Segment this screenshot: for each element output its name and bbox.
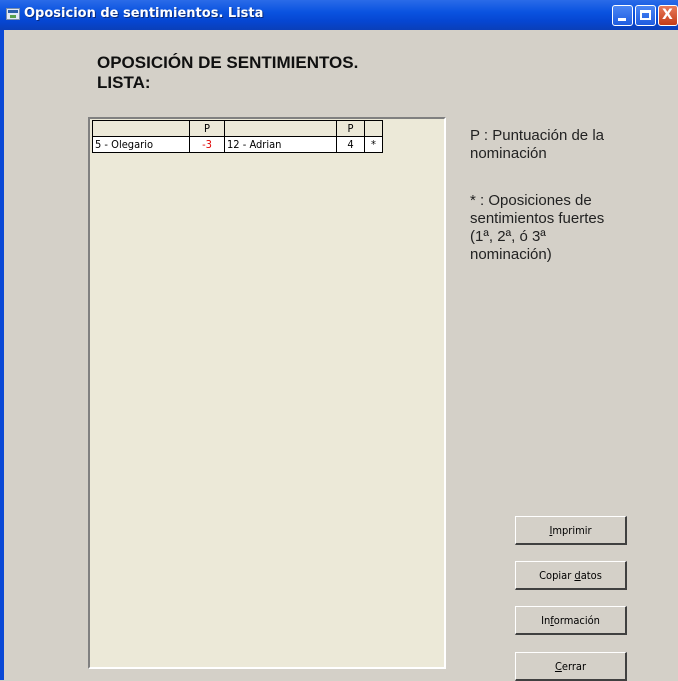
- cell-name-b: 12 - Adrian: [224, 136, 337, 153]
- close-label-post: errar: [561, 659, 587, 673]
- close-label-mnemonic: C: [554, 659, 562, 673]
- copy-label-pre: Copiar: [539, 568, 575, 582]
- table-header-row: P P: [92, 120, 383, 137]
- column-header-flag[interactable]: [364, 120, 383, 137]
- table-row[interactable]: 5 - Olegario -3 12 - Adrian 4 *: [92, 136, 383, 153]
- title-bar[interactable]: Oposicion de sentimientos. Lista X: [0, 0, 678, 30]
- page-title: OPOSICIÓN DE SENTIMIENTOS. LISTA:: [97, 53, 359, 92]
- cell-flag: *: [364, 136, 383, 153]
- window-frame-left: [0, 30, 4, 680]
- maximize-button[interactable]: [635, 5, 656, 26]
- legend-p-note: P : Puntuación de la nominación: [470, 127, 604, 162]
- info-label-pre: In: [541, 613, 551, 627]
- copy-data-button[interactable]: Copiar d atos: [515, 561, 627, 590]
- cell-p-a: -3: [189, 136, 225, 153]
- cell-p-b: 4: [336, 136, 365, 153]
- app-window: Oposicion de sentimientos. Lista X OPOSI…: [0, 0, 678, 681]
- info-button[interactable]: In f ormación: [515, 606, 627, 635]
- maximize-icon: [640, 10, 651, 20]
- print-button[interactable]: Imprimir: [515, 516, 627, 545]
- cell-name-a: 5 - Olegario: [92, 136, 190, 153]
- column-header-name-a[interactable]: [92, 120, 190, 137]
- info-label-post: ormación: [553, 613, 600, 627]
- close-icon: X: [662, 7, 673, 23]
- app-icon[interactable]: [6, 8, 20, 20]
- window-title: Oposicion de sentimientos. Lista: [24, 6, 264, 21]
- column-header-p-a[interactable]: P: [189, 120, 225, 137]
- close-window-button[interactable]: X: [658, 5, 678, 26]
- print-label-post: mprimir: [552, 523, 592, 537]
- column-header-name-b[interactable]: [224, 120, 337, 137]
- close-button[interactable]: Cerrar: [515, 652, 627, 681]
- copy-label-post: atos: [580, 568, 602, 582]
- column-header-p-b[interactable]: P: [336, 120, 365, 137]
- minimize-icon: [618, 18, 626, 21]
- opposition-table: P P 5 - Olegario -3 12 - Adrian 4 *: [92, 120, 383, 153]
- opposition-list[interactable]: P P 5 - Olegario -3 12 - Adrian 4 *: [88, 117, 446, 669]
- minimize-button[interactable]: [612, 5, 633, 26]
- legend-star-note: * : Oposiciones de sentimientos fuertes …: [470, 192, 605, 263]
